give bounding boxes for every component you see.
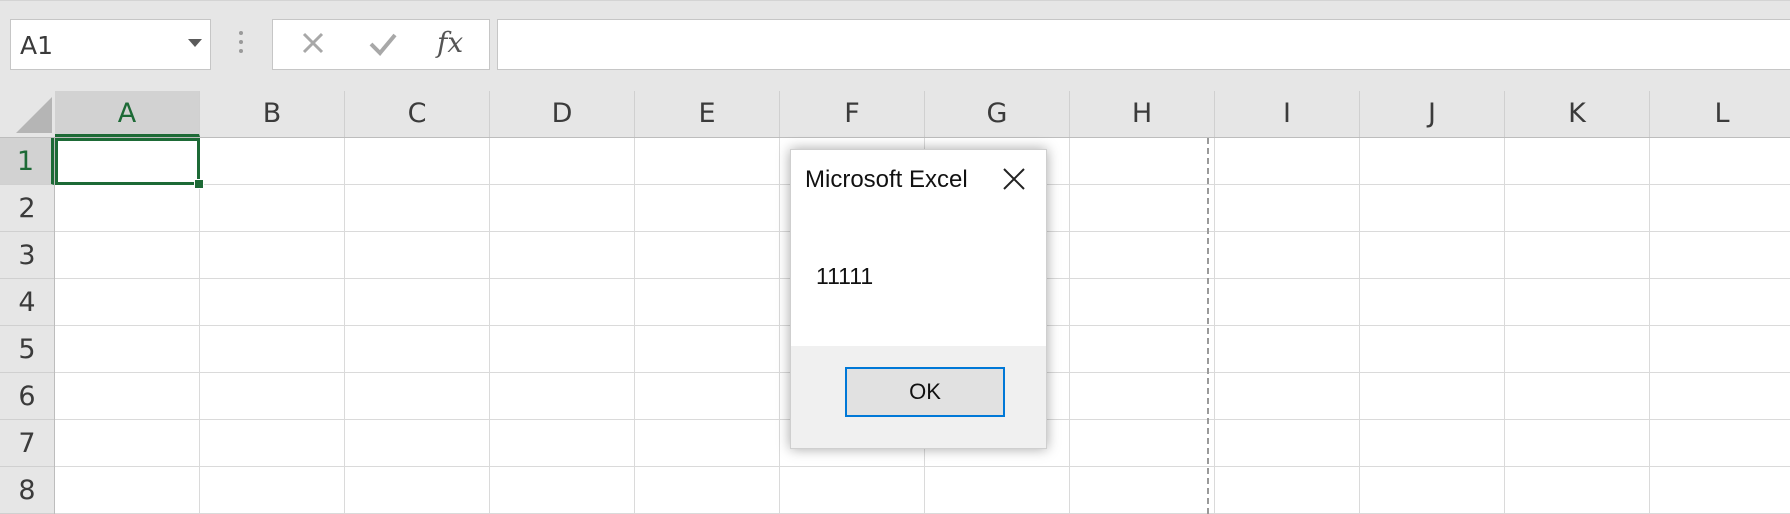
ok-button[interactable]: OK <box>845 367 1005 417</box>
column-gridline <box>344 138 345 514</box>
cancel-entry-button[interactable] <box>283 20 343 69</box>
column-gridline <box>489 138 490 514</box>
formula-input[interactable] <box>497 19 1790 70</box>
page-break-line <box>1207 138 1209 514</box>
row-header-2[interactable]: 2 <box>0 185 54 232</box>
column-gridline <box>1069 138 1070 514</box>
column-gridline <box>1214 138 1215 514</box>
row-header-8[interactable]: 8 <box>0 467 54 514</box>
row-header-4[interactable]: 4 <box>0 279 54 326</box>
close-icon <box>302 32 324 54</box>
column-header-j[interactable]: J <box>1360 91 1505 137</box>
name-box-value: A1 <box>20 31 54 60</box>
column-header-g[interactable]: G <box>925 91 1070 137</box>
close-icon <box>1003 168 1025 190</box>
fx-icon: fx <box>437 26 464 59</box>
insert-function-button[interactable]: fx <box>423 20 483 69</box>
more-options-icon[interactable] <box>239 31 245 57</box>
row-header-5[interactable]: 5 <box>0 326 54 373</box>
dialog-close-button[interactable] <box>999 164 1029 194</box>
column-header-i[interactable]: I <box>1215 91 1360 137</box>
column-gridline <box>1649 138 1650 514</box>
column-headers: ABCDEFGHIJKL <box>0 91 1790 138</box>
column-gridline <box>199 138 200 514</box>
column-gridline <box>779 138 780 514</box>
name-box[interactable]: A1 <box>10 19 211 70</box>
dialog-footer: OK <box>791 346 1046 448</box>
column-header-a[interactable]: A <box>55 91 200 137</box>
formula-bar: A1 fx <box>0 0 1790 91</box>
row-header-3[interactable]: 3 <box>0 232 54 279</box>
select-all-triangle-icon <box>16 97 52 133</box>
dialog-title: Microsoft Excel <box>805 166 968 193</box>
chevron-down-icon[interactable] <box>188 39 202 47</box>
confirm-entry-button[interactable] <box>353 20 413 69</box>
column-header-c[interactable]: C <box>345 91 490 137</box>
column-header-l[interactable]: L <box>1650 91 1790 137</box>
column-header-f[interactable]: F <box>780 91 925 137</box>
dialog-message: 11111 <box>816 263 874 289</box>
active-cell[interactable] <box>55 138 200 185</box>
column-header-b[interactable]: B <box>200 91 345 137</box>
message-dialog: Microsoft Excel 11111 OK <box>790 149 1047 449</box>
row-header-6[interactable]: 6 <box>0 373 54 420</box>
column-gridline <box>634 138 635 514</box>
row-header-1[interactable]: 1 <box>0 138 54 185</box>
row-gridline <box>55 466 1790 467</box>
row-header-7[interactable]: 7 <box>0 420 54 467</box>
formula-buttons: fx <box>272 19 490 70</box>
column-gridline <box>1504 138 1505 514</box>
check-icon <box>369 33 397 56</box>
column-header-k[interactable]: K <box>1505 91 1650 137</box>
row-headers: 12345678 <box>0 138 55 514</box>
fill-handle[interactable] <box>194 179 204 189</box>
column-gridline <box>1359 138 1360 514</box>
column-header-d[interactable]: D <box>490 91 635 137</box>
column-header-e[interactable]: E <box>635 91 780 137</box>
select-all-button[interactable] <box>0 91 55 137</box>
column-header-h[interactable]: H <box>1070 91 1215 137</box>
